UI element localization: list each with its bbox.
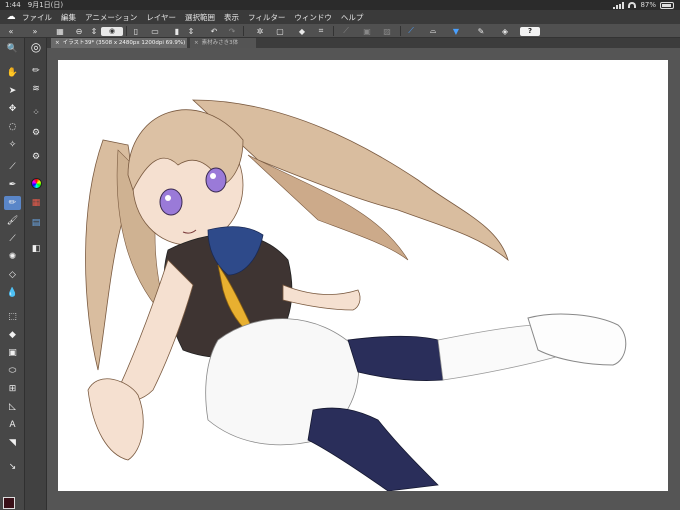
close-icon[interactable]: ×	[55, 40, 60, 46]
color-set-icon[interactable]: ▦	[28, 196, 44, 210]
ruler-tool-icon[interactable]: ◺	[4, 400, 21, 414]
stepper-icon[interactable]: ⇕	[89, 26, 99, 36]
help-button[interactable]: ?	[520, 26, 540, 36]
app-logo-icon[interactable]: ☁	[0, 12, 22, 22]
zoom-icon[interactable]: ⊖	[74, 26, 84, 36]
text-tool-icon[interactable]: A	[4, 418, 21, 432]
invert-selection-icon[interactable]: ▣	[362, 26, 372, 36]
document-tabs: × イラスト39* (3508 x 2480px 1200dpi 69.9%) ×…	[47, 38, 680, 48]
brush-size-icon[interactable]: ⁘	[28, 106, 44, 120]
tab-label: 素材みさき3体	[201, 40, 239, 46]
menu-view[interactable]: 表示	[224, 12, 239, 23]
blend-tool-icon[interactable]: 💧	[4, 286, 21, 300]
airbrush-tool-icon[interactable]: ⟋	[4, 232, 21, 246]
save-icon[interactable]: ▮	[172, 26, 182, 36]
layer-stack-icon[interactable]: ≋	[28, 82, 44, 96]
undo-icon[interactable]: ↶	[209, 26, 219, 36]
expand-panels-icon[interactable]: »	[30, 26, 40, 36]
open-folder-icon[interactable]: ▭	[150, 26, 160, 36]
tool-palette: 🔍 ✋ ➤ ✥ ◌ ✧ ⟋ ✒ ✏ 🖌 ⟋ ✺ ◇ 💧 ⬚ ◆ ▣ ⬭ ⊞ ◺ …	[0, 38, 25, 510]
command-bar: « » ▦ ⊖ ⇕ ◉ ▯ ▭ ▮ ⇕ ↶ ↷ ✲ ▢ ◆ ⌗ ⟋ ▣ ▨ ⟋ …	[0, 24, 680, 38]
figure-tool-icon[interactable]: ⬭	[4, 364, 21, 378]
brush-tool-icon[interactable]: 🖌	[4, 214, 21, 228]
fill-tool-icon[interactable]: ◆	[4, 328, 21, 342]
hand-tool-icon[interactable]: ✋	[4, 66, 21, 80]
panel-strip: ◎ ✏ ≋ ⁘ ⚙ ⚙ ▦ ▤ ◧	[25, 38, 47, 510]
gradient-tool-icon[interactable]: ▣	[4, 346, 21, 360]
color-history-icon[interactable]: ▤	[28, 216, 44, 230]
battery-icon	[660, 1, 674, 9]
status-time: 1:44	[5, 1, 21, 9]
deselect-icon[interactable]: ⟋	[341, 26, 351, 36]
status-date: 9月1日(日)	[27, 1, 64, 9]
canvas-illustration	[85, 99, 627, 491]
pen-settings-icon[interactable]: ✎	[476, 26, 486, 36]
pen-tool-icon[interactable]: ✒	[4, 178, 21, 192]
material-icon[interactable]: ◧	[28, 242, 44, 256]
menu-animation[interactable]: アニメーション	[85, 12, 137, 23]
tab-document-active[interactable]: × イラスト39* (3508 x 2480px 1200dpi 69.9%)	[51, 38, 187, 48]
menu-file[interactable]: ファイル	[22, 12, 52, 23]
drawing-canvas[interactable]	[58, 60, 668, 491]
close-icon[interactable]: ×	[194, 40, 199, 46]
collapse-panels-icon[interactable]: «	[6, 26, 16, 36]
frame-tool-icon[interactable]: ⊞	[4, 382, 21, 396]
battery-percent: 87%	[640, 1, 656, 9]
color-wheel-icon[interactable]	[28, 176, 44, 190]
menu-edit[interactable]: 編集	[61, 12, 76, 23]
cellular-signal-icon	[613, 1, 625, 9]
decoration-tool-icon[interactable]: ✺	[4, 250, 21, 264]
pencil-tool-icon[interactable]: ✏	[4, 196, 21, 210]
eraser-settings-icon[interactable]: ◈	[500, 26, 510, 36]
menu-help[interactable]: ヘルプ	[341, 12, 364, 23]
snap-ruler-icon[interactable]: ⟋	[406, 26, 416, 36]
save-stepper-icon[interactable]: ⇕	[186, 26, 196, 36]
menu-layer[interactable]: レイヤー	[146, 12, 176, 23]
tab-label: イラスト39* (3508 x 2480px 1200dpi 69.9%)	[62, 40, 186, 46]
correct-line-tool-icon[interactable]: ↘	[4, 460, 21, 474]
menu-filter[interactable]: フィルター	[248, 12, 285, 23]
sub-tool-detail-icon[interactable]: ⚙	[28, 150, 44, 164]
zoom-tool-icon[interactable]: 🔍	[4, 42, 21, 56]
status-bar: 1:44 9月1日(日) 87%	[0, 0, 680, 10]
menu-bar: ☁ ファイル 編集 アニメーション レイヤー 選択範囲 表示 フィルター ウィン…	[0, 10, 680, 24]
operation-tool-icon[interactable]: ➤	[4, 84, 21, 98]
tab-document-inactive[interactable]: × 素材みさき3体	[190, 38, 256, 48]
wifi-icon	[628, 2, 637, 8]
fill-icon[interactable]: ◆	[297, 26, 307, 36]
eyedropper-tool-icon[interactable]: ⟋	[4, 160, 21, 174]
transform-icon[interactable]: ✲	[255, 26, 265, 36]
new-document-icon[interactable]: ▯	[131, 26, 141, 36]
lasso-tool-icon[interactable]: ◌	[4, 120, 21, 134]
magic-wand-tool-icon[interactable]: ✧	[4, 138, 21, 152]
balloon-tool-icon[interactable]: ◥	[4, 436, 21, 450]
view-rotate-button[interactable]: ◉	[101, 26, 123, 36]
grid-menu-icon[interactable]: ▦	[55, 26, 65, 36]
snap-grid-icon[interactable]: ▼	[451, 26, 461, 36]
crop-icon[interactable]: ⌗	[316, 26, 326, 36]
tool-property-icon[interactable]: ⚙	[28, 126, 44, 140]
snap-special-ruler-icon[interactable]: ⌓	[428, 26, 438, 36]
clear-layer-icon[interactable]: ▢	[275, 26, 285, 36]
main-color-swatch[interactable]	[3, 497, 15, 509]
selection-border-icon[interactable]: ▨	[382, 26, 392, 36]
sub-tool-pencil-icon[interactable]: ✏	[28, 64, 44, 78]
menu-selection[interactable]: 選択範囲	[185, 12, 215, 23]
eraser-tool-icon[interactable]: ◇	[4, 268, 21, 282]
layer-mask-tool-icon[interactable]: ⬚	[4, 310, 21, 324]
move-layer-tool-icon[interactable]: ✥	[4, 102, 21, 116]
redo-icon[interactable]: ↷	[227, 26, 237, 36]
navigator-icon[interactable]: ◎	[28, 40, 44, 54]
menu-window[interactable]: ウィンドウ	[294, 12, 332, 23]
